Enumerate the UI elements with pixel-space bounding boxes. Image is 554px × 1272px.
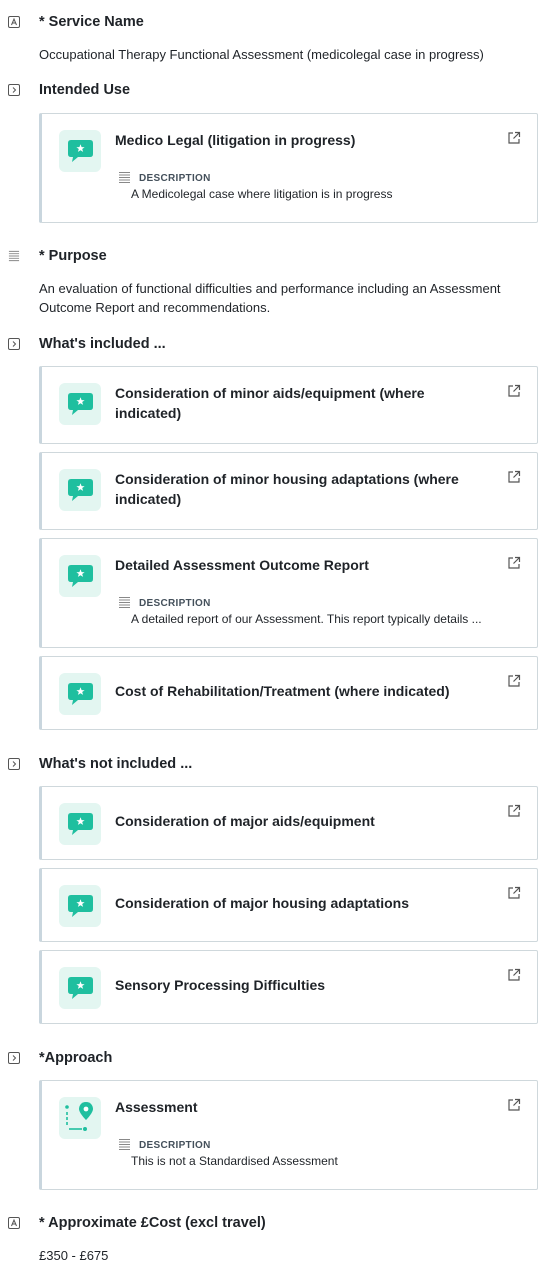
description-text: A detailed report of our Assessment. Thi…: [131, 612, 482, 626]
external-link-icon[interactable]: [507, 556, 521, 570]
included-card[interactable]: Consideration of minor aids/equipment (w…: [39, 366, 538, 444]
card-title: Sensory Processing Difficulties: [115, 977, 326, 993]
card-title: Consideration of major aids/equipment: [115, 813, 375, 829]
external-link-icon[interactable]: [507, 968, 521, 982]
chat-star-icon: [59, 555, 101, 597]
external-link-icon[interactable]: [507, 384, 521, 398]
external-link-icon[interactable]: [507, 804, 521, 818]
cost-label: * Approximate £Cost (excl travel): [39, 1215, 266, 1231]
card-title: Detailed Assessment Outcome Report: [115, 557, 369, 573]
chevron-right-icon: [8, 84, 20, 96]
service-name-header: * Service Name: [0, 10, 554, 34]
not-included-card[interactable]: Consideration of major aids/equipment: [39, 786, 538, 860]
external-link-icon[interactable]: [507, 470, 521, 484]
card-title: Cost of Rehabilitation/Treatment (where …: [115, 683, 450, 699]
service-name-value: Occupational Therapy Functional Assessme…: [39, 47, 484, 62]
cost-header: * Approximate £Cost (excl travel): [0, 1211, 554, 1235]
approach-label: *Approach: [39, 1050, 113, 1066]
whats-not-included-label: What's not included ...: [39, 756, 193, 772]
card-title: Assessment: [115, 1099, 198, 1115]
description-text: A Medicolegal case where litigation is i…: [131, 187, 393, 201]
chat-star-icon: [59, 885, 101, 927]
description-label: DESCRIPTION: [139, 1140, 211, 1151]
chat-star-icon: [59, 469, 101, 511]
approach-card[interactable]: Assessment DESCRIPTION This is not a Sta…: [39, 1080, 538, 1190]
external-link-icon[interactable]: [507, 674, 521, 688]
description-text: This is not a Standardised Assessment: [131, 1154, 338, 1168]
external-link-icon[interactable]: [507, 131, 521, 145]
cost-value: £350 - £675: [39, 1248, 109, 1263]
lines-icon: [8, 250, 20, 262]
chat-star-icon: [59, 803, 101, 845]
included-card[interactable]: Consideration of minor housing adaptatio…: [39, 452, 538, 530]
purpose-value: An evaluation of functional difficulties…: [39, 281, 501, 315]
chat-star-icon: [59, 130, 101, 172]
description-lines-icon: [118, 171, 131, 184]
included-card[interactable]: Detailed Assessment Outcome Report DESCR…: [39, 538, 538, 648]
whats-included-header: What's included ...: [0, 332, 554, 356]
card-title: Consideration of minor housing adaptatio…: [115, 471, 459, 507]
description-label: DESCRIPTION: [139, 598, 211, 609]
approach-header: *Approach: [0, 1046, 554, 1070]
intended-use-card[interactable]: Medico Legal (litigation in progress) DE…: [39, 113, 538, 223]
purpose-label: * Purpose: [39, 248, 107, 264]
not-included-card[interactable]: Sensory Processing Difficulties: [39, 950, 538, 1024]
whats-not-included-header: What's not included ...: [0, 752, 554, 776]
purpose-header: * Purpose: [0, 244, 554, 268]
chat-star-icon: [59, 967, 101, 1009]
text-field-icon: [8, 1217, 20, 1229]
description-label: DESCRIPTION: [139, 173, 211, 184]
card-title: Consideration of minor aids/equipment (w…: [115, 385, 425, 421]
description-lines-icon: [118, 1138, 131, 1151]
chevron-right-icon: [8, 758, 20, 770]
included-card[interactable]: Cost of Rehabilitation/Treatment (where …: [39, 656, 538, 730]
intended-use-header: Intended Use: [0, 78, 554, 102]
external-link-icon[interactable]: [507, 886, 521, 900]
whats-included-label: What's included ...: [39, 336, 166, 352]
external-link-icon[interactable]: [507, 1098, 521, 1112]
text-field-icon: [8, 16, 20, 28]
route-pin-icon: [59, 1097, 101, 1139]
card-title: Medico Legal (litigation in progress): [115, 132, 356, 148]
intended-use-label: Intended Use: [39, 82, 131, 98]
card-title: Consideration of major housing adaptatio…: [115, 895, 410, 911]
chat-star-icon: [59, 383, 101, 425]
service-name-label: * Service Name: [39, 14, 144, 30]
not-included-card[interactable]: Consideration of major housing adaptatio…: [39, 868, 538, 942]
chevron-right-icon: [8, 338, 20, 350]
description-lines-icon: [118, 596, 131, 609]
chat-star-icon: [59, 673, 101, 715]
chevron-right-icon: [8, 1052, 20, 1064]
